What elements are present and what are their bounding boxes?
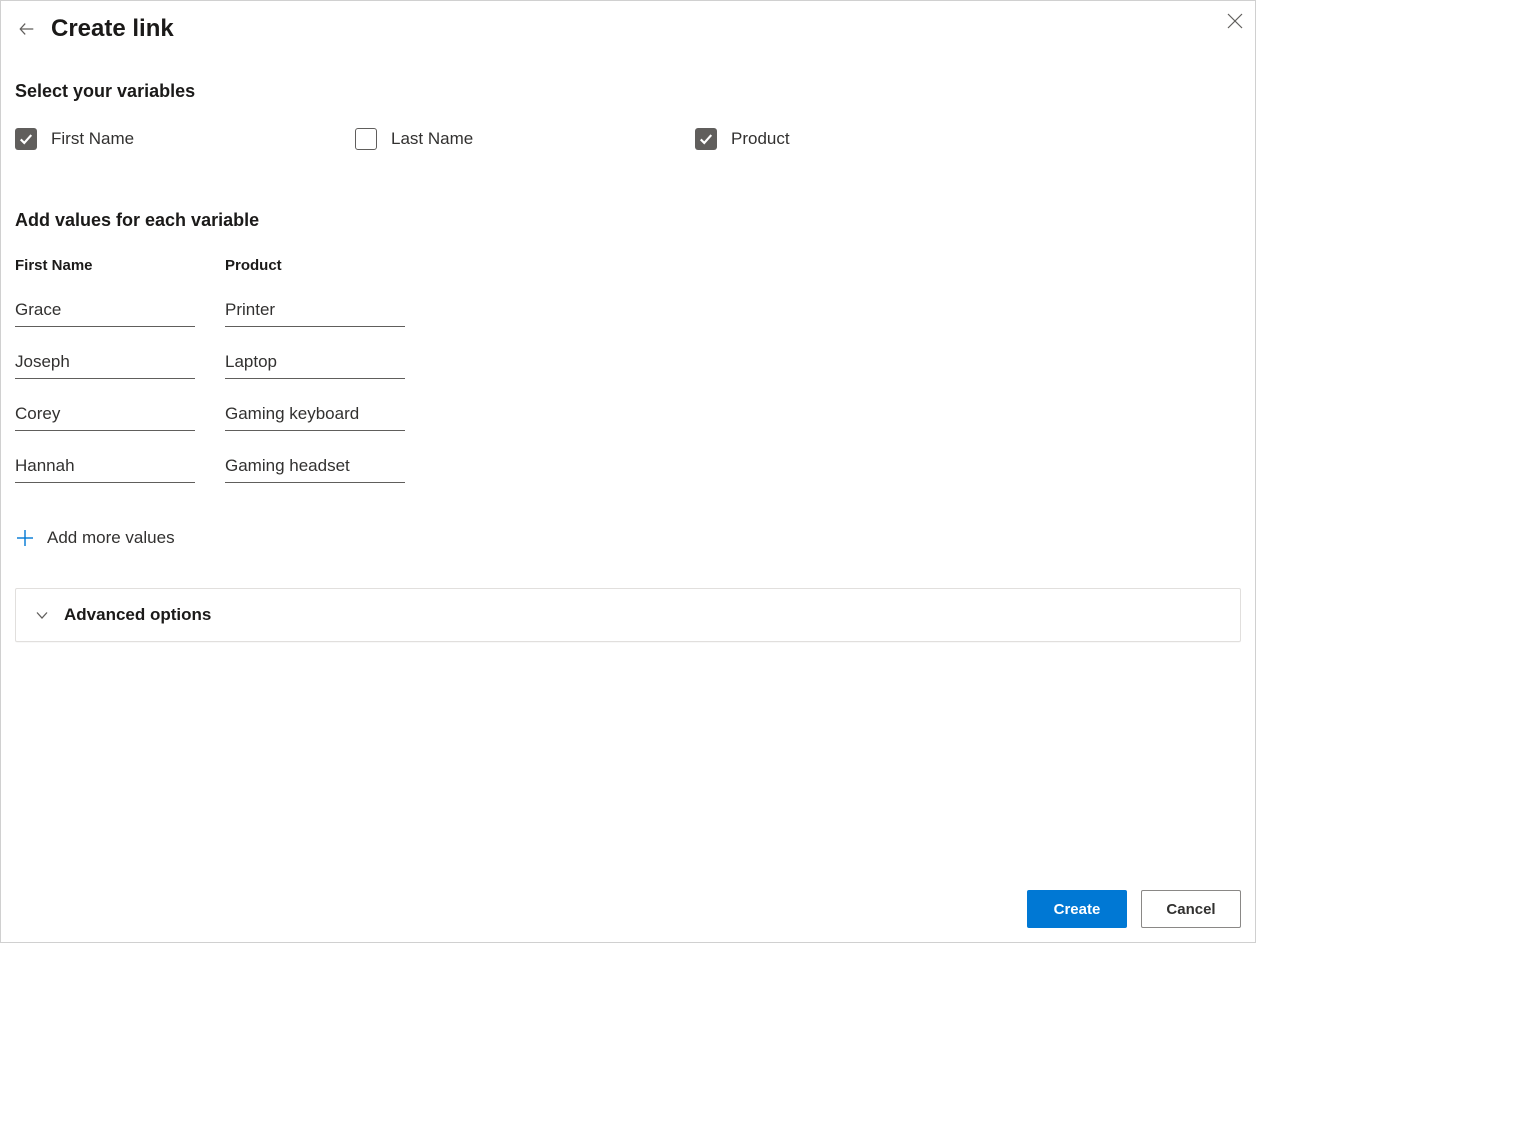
arrow-left-icon <box>18 20 36 38</box>
first-name-input[interactable] <box>15 448 195 483</box>
variable-label: First Name <box>51 129 134 149</box>
variables-row: First Name Last Name Product <box>15 128 1241 150</box>
product-input[interactable] <box>225 448 405 483</box>
back-button[interactable] <box>15 17 39 41</box>
variable-first-name: First Name <box>15 128 355 150</box>
chevron-down-icon <box>34 607 50 623</box>
first-name-input[interactable] <box>15 396 195 431</box>
checkbox-first-name[interactable] <box>15 128 37 150</box>
check-icon <box>19 132 33 146</box>
create-link-dialog: Create link Select your variables First … <box>0 0 1256 943</box>
create-button[interactable]: Create <box>1027 890 1127 928</box>
values-grid: First Name Product <box>15 257 1241 500</box>
add-more-values-button[interactable]: Add more values <box>15 528 1241 548</box>
check-icon <box>699 132 713 146</box>
variable-product: Product <box>695 128 1035 150</box>
add-values-heading: Add values for each variable <box>15 210 1241 231</box>
first-name-input[interactable] <box>15 344 195 379</box>
checkbox-product[interactable] <box>695 128 717 150</box>
checkbox-last-name[interactable] <box>355 128 377 150</box>
variable-label: Last Name <box>391 129 473 149</box>
cancel-button[interactable]: Cancel <box>1141 890 1241 928</box>
product-input[interactable] <box>225 396 405 431</box>
product-input[interactable] <box>225 344 405 379</box>
page-title: Create link <box>51 15 174 43</box>
product-input[interactable] <box>225 292 405 327</box>
dialog-footer: Create Cancel <box>1027 890 1241 928</box>
dialog-header: Create link <box>15 15 1241 43</box>
select-variables-heading: Select your variables <box>15 81 1241 102</box>
column-header-product: Product <box>225 257 405 292</box>
advanced-options-toggle[interactable]: Advanced options <box>15 588 1241 642</box>
plus-icon <box>15 528 35 548</box>
advanced-options-label: Advanced options <box>64 605 211 625</box>
variable-last-name: Last Name <box>355 128 695 150</box>
variable-label: Product <box>731 129 790 149</box>
first-name-input[interactable] <box>15 292 195 327</box>
add-more-label: Add more values <box>47 528 175 548</box>
column-header-first-name: First Name <box>15 257 195 292</box>
